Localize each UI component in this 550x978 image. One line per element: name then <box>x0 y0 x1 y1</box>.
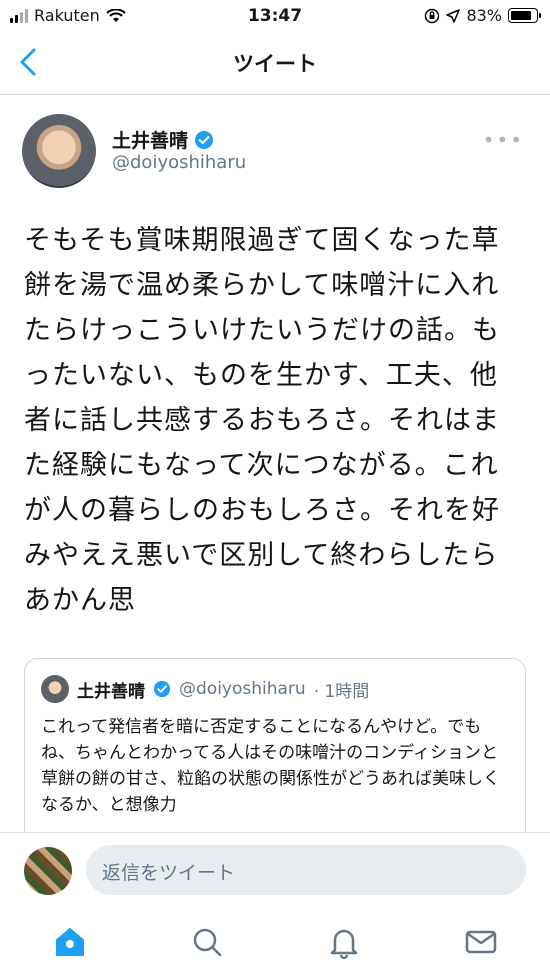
more-options-icon[interactable]: ••• <box>483 128 524 152</box>
quoted-tweet[interactable]: 土井善晴 @doiyoshiharu · 1時間 これって発信者を暗に否定するこ… <box>24 658 526 860</box>
author-name-row[interactable]: 土井善晴 <box>112 126 214 153</box>
author-name[interactable]: 土井善晴 <box>112 126 188 153</box>
quoted-tweet-time: · 1時間 <box>313 681 370 702</box>
user-avatar <box>24 847 72 895</box>
reply-input[interactable]: 返信をツイート <box>86 845 526 895</box>
orientation-lock-icon <box>425 8 440 23</box>
search-icon <box>193 928 222 957</box>
status-bar: Rakuten 13:47 83% <box>0 0 550 32</box>
page-title: ツイート <box>233 52 317 76</box>
quoted-author-name: 土井善晴 <box>77 681 145 702</box>
notifications-icon <box>330 929 358 960</box>
battery-percent: 83% <box>466 6 502 25</box>
nav-bar: ツイート <box>0 32 550 95</box>
home-icon <box>56 928 84 956</box>
tab-search[interactable] <box>189 924 225 960</box>
messages-icon <box>465 930 497 954</box>
author-avatar[interactable] <box>22 114 96 188</box>
verified-badge-icon <box>195 130 214 149</box>
tab-home[interactable] <box>52 924 88 960</box>
tab-messages[interactable] <box>463 924 499 960</box>
quoted-tweet-text: これって発信者を暗に否定することになるんやけど。でもね、ちゃんとわかってる人はそ… <box>41 717 500 815</box>
tab-notifications[interactable] <box>326 924 362 960</box>
reply-bar: 返信をツイート <box>0 832 550 909</box>
author-handle[interactable]: @doiyoshiharu <box>112 152 246 173</box>
tweet-text: そもそも賞味期限過ぎて固くなった草餅を湯で温め柔らかして味噌汁に入れたらけっこう… <box>24 225 500 616</box>
reply-placeholder: 返信をツイート <box>102 862 236 884</box>
tab-bar <box>0 908 550 978</box>
battery-icon <box>508 8 541 23</box>
quoted-author-avatar <box>41 675 69 703</box>
quoted-author-handle: @doiyoshiharu <box>179 679 306 699</box>
verified-badge-icon <box>153 680 171 698</box>
status-right: 83% <box>424 6 541 25</box>
quoted-tweet-header: 土井善晴 @doiyoshiharu · 1時間 <box>41 675 369 703</box>
location-icon <box>446 8 461 23</box>
